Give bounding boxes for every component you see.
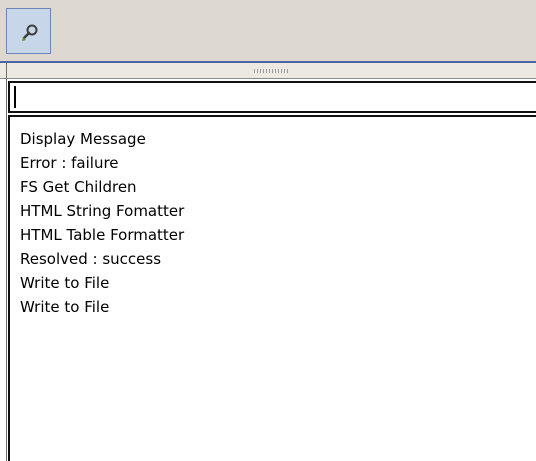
inspect-tool-icon: [22, 24, 38, 41]
toolbar: [0, 0, 536, 61]
list-item[interactable]: Display Message: [10, 127, 536, 151]
list-item[interactable]: Write to File: [10, 295, 536, 319]
splitter-handle[interactable]: [0, 63, 536, 79]
grip-icon: [254, 69, 288, 73]
inspect-tool-button[interactable]: [6, 8, 51, 54]
panel-edge: [6, 63, 7, 461]
list-item[interactable]: Error : failure: [10, 151, 536, 175]
item-list[interactable]: Display Message Error : failure FS Get C…: [8, 115, 536, 461]
list-item[interactable]: FS Get Children: [10, 175, 536, 199]
filter-input[interactable]: [8, 81, 536, 113]
text-caret: [14, 86, 16, 108]
list-item[interactable]: Write to File: [10, 271, 536, 295]
list-item[interactable]: HTML String Fomatter: [10, 199, 536, 223]
list-item[interactable]: Resolved : success: [10, 247, 536, 271]
list-item[interactable]: HTML Table Formatter: [10, 223, 536, 247]
window: Display Message Error : failure FS Get C…: [0, 0, 536, 461]
